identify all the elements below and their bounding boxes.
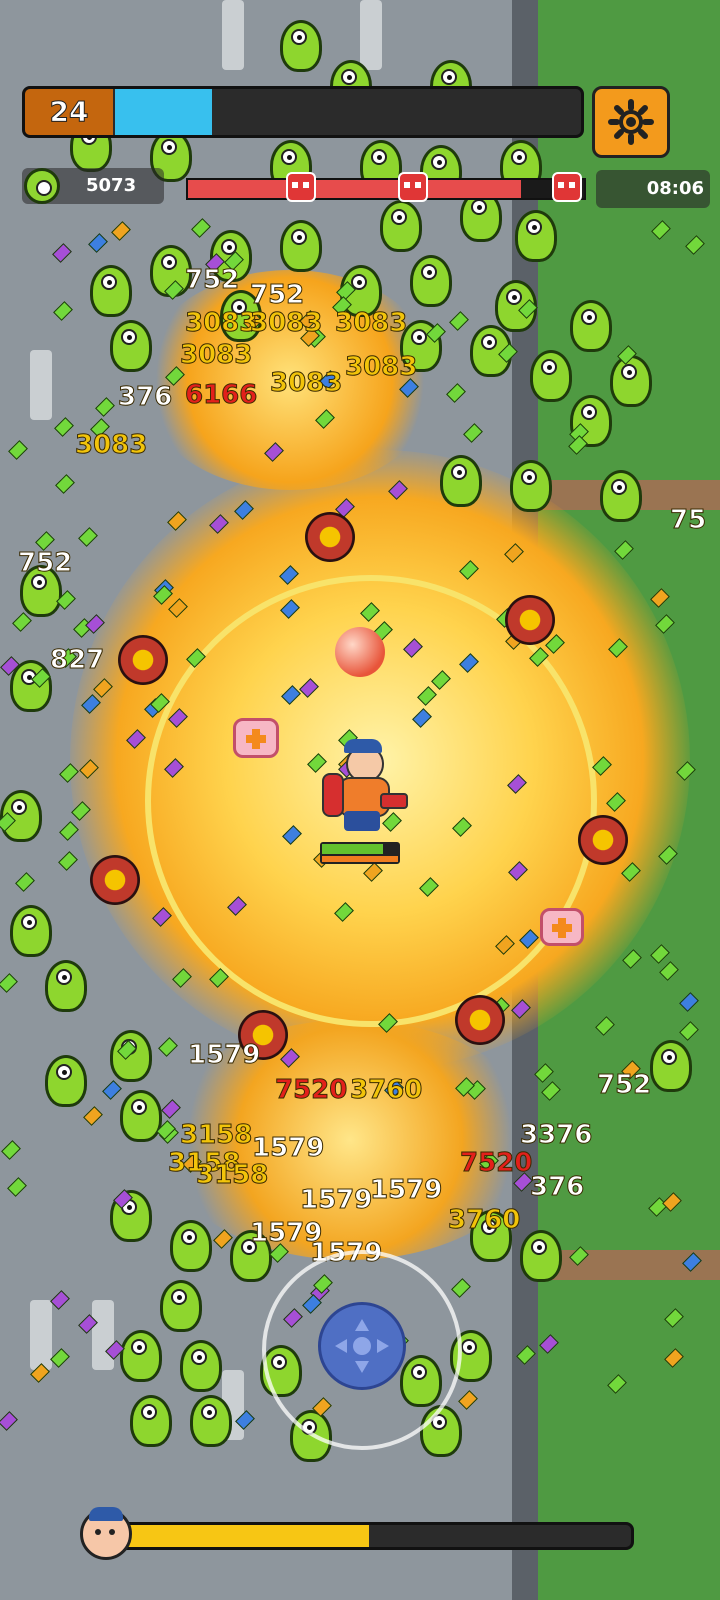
damage-number: 3760 xyxy=(349,1075,423,1106)
damage-number: 376 xyxy=(117,382,173,413)
enemy xyxy=(280,220,322,272)
damage-number: 3083 xyxy=(269,368,343,399)
lane-marking xyxy=(30,1300,52,1370)
damage-number: 3083 xyxy=(334,308,408,339)
damage-number: 1579 xyxy=(369,1175,443,1206)
enemy xyxy=(610,355,652,407)
settings-button[interactable] xyxy=(592,86,670,158)
damage-number: 3083 xyxy=(184,308,258,339)
xp-bar: 24 xyxy=(22,86,584,138)
xp-track xyxy=(115,89,577,135)
boss-skull-icon xyxy=(286,172,316,202)
magnet-orb xyxy=(335,627,385,677)
damage-number: 3083 xyxy=(179,340,253,371)
level-number: 24 xyxy=(49,95,89,129)
damage-number: 827 xyxy=(49,645,105,676)
coin-count: 5073 xyxy=(86,175,137,196)
enemy xyxy=(90,265,132,317)
enemy xyxy=(520,1230,562,1282)
damage-number: 752 xyxy=(184,265,240,296)
enemy xyxy=(45,960,87,1012)
wave-progress-fill xyxy=(107,1525,369,1547)
damage-number: 75 xyxy=(669,505,707,536)
damage-number: 3376 xyxy=(519,1120,593,1151)
joystick-icon[interactable] xyxy=(318,1302,406,1390)
boss-progress-fill xyxy=(188,180,521,198)
wave-progress-bar xyxy=(104,1522,634,1550)
damage-number: 7520 xyxy=(459,1148,533,1179)
enemy xyxy=(110,320,152,372)
enemy xyxy=(380,200,422,252)
enemy xyxy=(120,1090,162,1142)
enemy xyxy=(45,1055,87,1107)
damage-number: 3760 xyxy=(447,1205,521,1236)
enemy xyxy=(280,20,322,72)
lane-marking xyxy=(360,0,382,70)
coin-counter: 5073 xyxy=(22,168,164,204)
game-scene[interactable]: 752 3083 3083 3083 752 3083 3083 376 6166 3083 308… xyxy=(0,0,720,1600)
damage-number: 3158 xyxy=(195,1160,269,1191)
timer-panel: 08:06 xyxy=(596,170,710,208)
damage-number: 7520 xyxy=(274,1075,348,1106)
level-badge: 24 xyxy=(25,89,113,135)
enemy xyxy=(120,1330,162,1382)
enemy xyxy=(190,1395,232,1447)
sawblade-projectile xyxy=(118,635,168,685)
damage-number: 376 xyxy=(529,1172,585,1203)
damage-number: 1579 xyxy=(299,1185,373,1216)
lane-marking xyxy=(30,350,52,420)
coin-icon xyxy=(24,168,60,204)
enemy xyxy=(110,1030,152,1082)
enemy xyxy=(130,1395,172,1447)
boss-skull-icon xyxy=(398,172,428,202)
medkit-pickup xyxy=(540,908,584,946)
damage-number: 752 xyxy=(249,280,305,311)
damage-number: 6166 xyxy=(184,380,258,411)
damage-number: 1579 xyxy=(187,1040,261,1071)
lane-marking xyxy=(92,1300,114,1370)
gear-icon xyxy=(608,99,654,145)
boss-progress-bar xyxy=(186,178,586,200)
enemy xyxy=(180,1340,222,1392)
timer-text: 08:06 xyxy=(646,178,704,199)
player-avatar-icon xyxy=(80,1507,132,1560)
damage-number: 3083 xyxy=(344,352,418,383)
sawblade-projectile xyxy=(90,855,140,905)
boss-skull-icon xyxy=(552,172,582,202)
enemy xyxy=(510,460,552,512)
damage-number: 3083 xyxy=(74,430,148,461)
damage-number: 1579 xyxy=(251,1133,325,1164)
enemy xyxy=(570,300,612,352)
enemy xyxy=(440,455,482,507)
damage-number: 752 xyxy=(17,548,73,579)
player-hp-bar xyxy=(320,842,400,864)
sawblade-projectile xyxy=(578,815,628,865)
enemy xyxy=(170,1220,212,1272)
enemy xyxy=(515,210,557,262)
damage-number: 3158 xyxy=(179,1120,253,1151)
enemy xyxy=(410,255,452,307)
damage-number: 752 xyxy=(596,1070,652,1101)
enemy xyxy=(160,1280,202,1332)
sawblade-projectile xyxy=(305,512,355,562)
enemy xyxy=(10,905,52,957)
player-character xyxy=(318,739,408,835)
damage-number: 3083 xyxy=(249,308,323,339)
enemy xyxy=(600,470,642,522)
enemy xyxy=(650,1040,692,1092)
sawblade-projectile xyxy=(455,995,505,1045)
sawblade-projectile xyxy=(505,595,555,645)
enemy xyxy=(530,350,572,402)
lane-marking xyxy=(222,0,244,70)
xp-fill xyxy=(115,89,213,135)
medkit-pickup xyxy=(233,718,279,758)
